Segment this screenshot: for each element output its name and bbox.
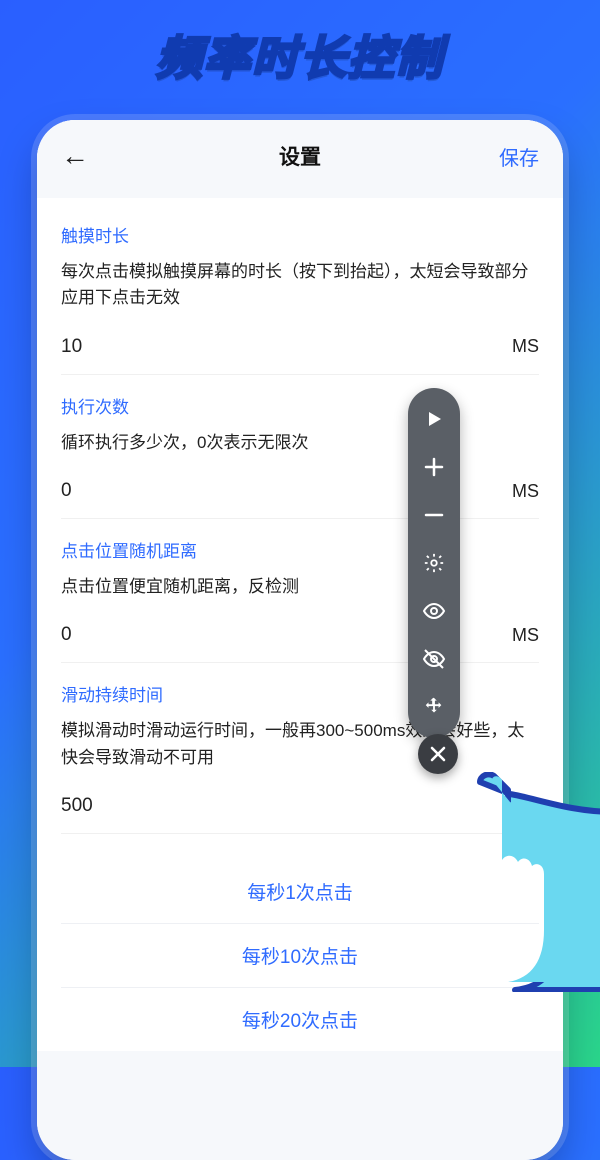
section-desc: 模拟滑动时滑动运行时间，一般再300~500ms效果会好些，太快会导致滑动不可用 [61, 718, 539, 771]
section-title: 滑动持续时间 [61, 681, 539, 706]
back-button[interactable]: ← [61, 140, 111, 172]
value-input-row[interactable]: 500 MS [61, 789, 539, 834]
section-touch-duration: 触摸时长 每次点击模拟触摸屏幕的时长（按下到抬起），太短会导致部分应用下点击无效… [37, 212, 563, 375]
close-button[interactable] [418, 734, 458, 774]
unit: MS [512, 796, 539, 817]
value: 10 [61, 336, 82, 358]
floating-toolbar[interactable] [408, 388, 460, 738]
banner-title: 频率时长控制 [156, 22, 444, 88]
value: 0 [61, 480, 72, 502]
unit: MS [512, 625, 539, 646]
value-input-row[interactable]: 0 MS [61, 618, 539, 663]
section-desc: 每次点击模拟触摸屏幕的时长（按下到抬起），太短会导致部分应用下点击无效 [61, 259, 539, 312]
settings-list: 触摸时长 每次点击模拟触摸屏幕的时长（按下到抬起），太短会导致部分应用下点击无效… [37, 198, 563, 1051]
promo-banner: 频率时长控制 [0, 0, 600, 110]
section-title: 触摸时长 [61, 222, 539, 247]
section-desc: 点击位置便宜随机距离，反检测 [61, 574, 539, 600]
section-random-distance: 点击位置随机距离 点击位置便宜随机距离，反检测 0 MS [37, 527, 563, 663]
section-swipe-duration: 滑动持续时间 模拟滑动时滑动运行时间，一般再300~500ms效果会好些，太快会… [37, 671, 563, 834]
preset-20-per-sec[interactable]: 每秒20次点击 [61, 987, 539, 1051]
navbar: ← 设置 保存 [37, 120, 563, 192]
eye-off-icon[interactable] [421, 646, 447, 672]
gear-icon[interactable] [421, 550, 447, 576]
screen: ← 设置 保存 触摸时长 每次点击模拟触摸屏幕的时长（按下到抬起），太短会导致部… [37, 120, 563, 1160]
value-input-row[interactable]: 0 MS [61, 474, 539, 519]
value-input-row[interactable]: 10 MS [61, 330, 539, 375]
section-desc: 循环执行多少次，0次表示无限次 [61, 430, 539, 456]
preset-10-per-sec[interactable]: 每秒10次点击 [61, 923, 539, 987]
unit: MS [512, 481, 539, 502]
section-title: 点击位置随机距离 [61, 537, 539, 562]
plus-icon[interactable] [421, 454, 447, 480]
minus-icon[interactable] [421, 502, 447, 528]
play-icon[interactable] [421, 406, 447, 432]
section-exec-count: 执行次数 循环执行多少次，0次表示无限次 0 MS [37, 383, 563, 519]
eye-icon[interactable] [421, 598, 447, 624]
value: 0 [61, 624, 72, 646]
unit: MS [512, 336, 539, 357]
page-title: 设置 [279, 141, 321, 171]
section-title: 执行次数 [61, 393, 539, 418]
move-icon[interactable] [421, 694, 447, 720]
value: 500 [61, 795, 93, 817]
save-button[interactable]: 保存 [489, 142, 539, 171]
preset-1-per-sec[interactable]: 每秒1次点击 [61, 860, 539, 923]
preset-list: 每秒1次点击 每秒10次点击 每秒20次点击 [37, 860, 563, 1051]
phone-frame: ← 设置 保存 触摸时长 每次点击模拟触摸屏幕的时长（按下到抬起），太短会导致部… [37, 120, 563, 1160]
